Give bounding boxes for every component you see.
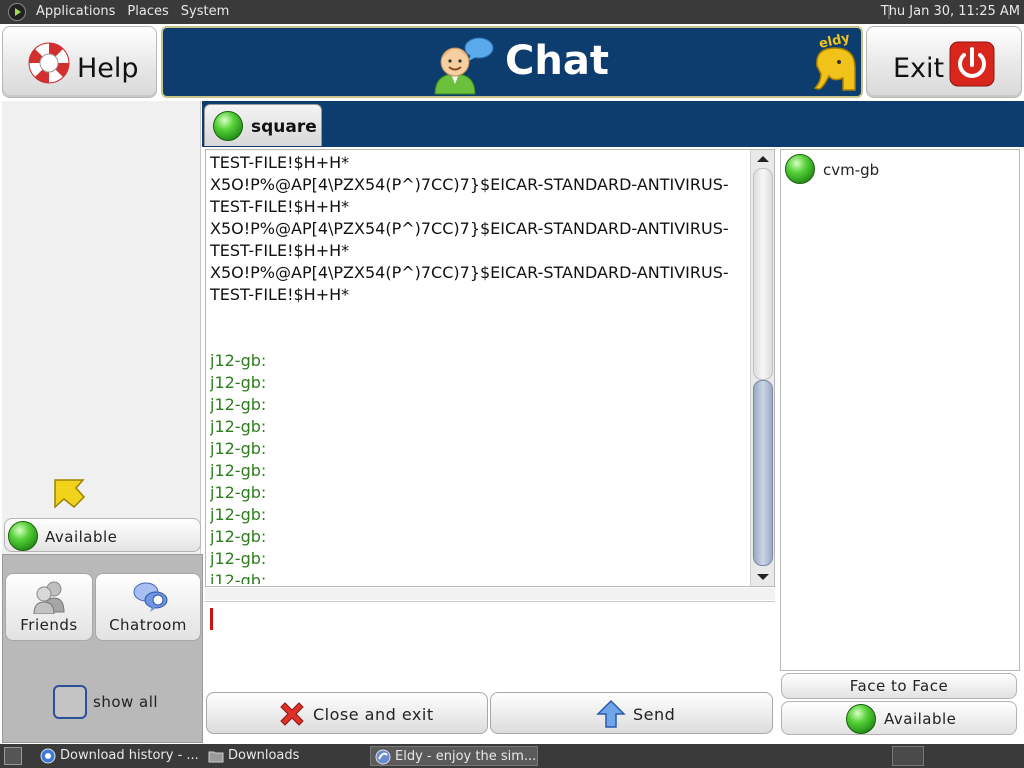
message-list: TEST-FILE!$H+H* X5O!P%@AP[4\PZX54(P^)7CC)… [210,152,750,584]
menu-applications[interactable]: Applications [30,0,121,24]
chat-messages-panel[interactable]: TEST-FILE!$H+H* X5O!P%@AP[4\PZX54(P^)7CC)… [205,149,775,587]
scroll-track-upper[interactable] [753,168,773,380]
message-text: X5O!P%@AP[4\PZX54(P^)7CC)7}$EICAR-STANDA… [210,219,729,238]
show-all-checkbox[interactable] [53,685,87,719]
help-label: Help [77,53,139,84]
message-sender: j12-gb: [210,505,267,524]
face-to-face-button[interactable]: Face to Face [781,673,1017,699]
message-sender: j12-gb: [210,549,267,568]
taskbar-item-label: Downloads [228,748,300,763]
chatroom-icon [133,582,168,612]
taskbar-item-label: Eldy - enjoy the sim... [395,749,537,764]
page-title: Chat [505,38,609,84]
message-sender: j12-gb: [210,483,267,502]
tab-square[interactable]: square [204,104,322,146]
power-icon [949,41,995,87]
left-panel: Available Friends Chatroom show all [2,101,203,743]
browser-icon [40,748,56,764]
status-available-button[interactable]: Available [4,518,201,552]
close-x-icon [280,702,304,726]
text-caret [210,608,213,630]
chat-person-icon [434,37,494,95]
close-and-exit-label: Close and exit [313,705,434,724]
chatroom-label: Chatroom [109,616,187,634]
show-all-label: show all [93,693,159,711]
eldy-logo-text: eldy [818,32,852,52]
status-green-icon [213,111,243,141]
status-green-icon [785,154,815,184]
taskbar-item-eldy[interactable]: Eldy - enjoy the sim... [370,746,538,766]
message-text: TEST-FILE!$H+H* [210,153,350,172]
folder-icon [208,751,224,763]
title-bar: Chat eldy [161,26,863,98]
bottom-taskbar: Download history - ... Downloads Eldy - … [0,744,1024,768]
status-label-right: Available [884,710,957,728]
eldy-app-icon [375,749,391,765]
tab-bar [202,101,1024,147]
message-sender: j12-gb: [210,417,267,436]
send-arrow-icon [596,699,626,728]
tab-label: square [251,117,317,137]
show-desktop-icon[interactable] [4,747,22,765]
close-and-exit-button[interactable]: Close and exit [206,692,488,734]
status-available-button-right[interactable]: Available [781,701,1017,735]
taskbar-item-downloads[interactable]: Downloads [204,746,364,766]
message-text: TEST-FILE!$H+H* [210,241,350,260]
top-panel: Applications Places System Thu Jan 30, 1… [0,0,1024,24]
help-button[interactable]: Help [2,26,157,98]
header: Help Chat eldy Exit [0,24,1024,100]
exit-label: Exit [893,53,945,84]
message-sender: j12-gb: [210,395,267,414]
contact-list: cvm-gb [780,149,1020,671]
message-sender: j12-gb: [210,461,267,480]
message-sender: j12-gb: [210,571,267,584]
status-label: Available [45,528,118,546]
scroll-up-arrow-icon[interactable] [753,152,773,166]
contact-name: cvm-gb [823,161,880,179]
pointer-arrow-icon [54,479,86,509]
tray-eldy-icon[interactable] [892,746,924,766]
scroll-thumb[interactable] [753,380,773,566]
lifebuoy-icon [28,42,70,84]
message-text: X5O!P%@AP[4\PZX54(P^)7CC)7}$EICAR-STANDA… [210,263,729,282]
send-label: Send [633,705,676,724]
left-nav-area: Friends Chatroom show all [2,554,203,743]
clock[interactable]: Thu Jan 30, 11:25 AM [881,0,1020,24]
taskbar-item-label: Download history - ... [60,748,199,763]
friends-label: Friends [20,616,78,634]
eldy-elephant-icon: eldy [813,32,856,91]
friends-button[interactable]: Friends [5,573,93,641]
taskbar-item-download-history[interactable]: Download history - ... [36,746,200,766]
scroll-down-arrow-icon[interactable] [753,570,773,584]
message-text: TEST-FILE!$H+H* [210,285,350,304]
message-sender: j12-gb: [210,439,267,458]
applications-logo-icon[interactable] [8,3,26,21]
exit-button[interactable]: Exit [866,26,1022,98]
send-button[interactable]: Send [490,692,773,734]
message-sender: j12-gb: [210,527,267,546]
message-sender: j12-gb: [210,351,267,370]
input-divider [205,588,775,600]
friends-icon [33,581,65,614]
menu-system[interactable]: System [175,0,235,24]
vertical-scrollbar[interactable] [750,150,774,586]
message-text: X5O!P%@AP[4\PZX54(P^)7CC)7}$EICAR-STANDA… [210,175,729,194]
status-green-icon [846,704,876,734]
message-input[interactable] [205,601,775,689]
status-green-icon [8,521,38,551]
menu-places[interactable]: Places [121,0,174,24]
chatroom-button[interactable]: Chatroom [95,573,201,641]
message-sender: j12-gb: [210,373,267,392]
message-text: TEST-FILE!$H+H* [210,197,350,216]
